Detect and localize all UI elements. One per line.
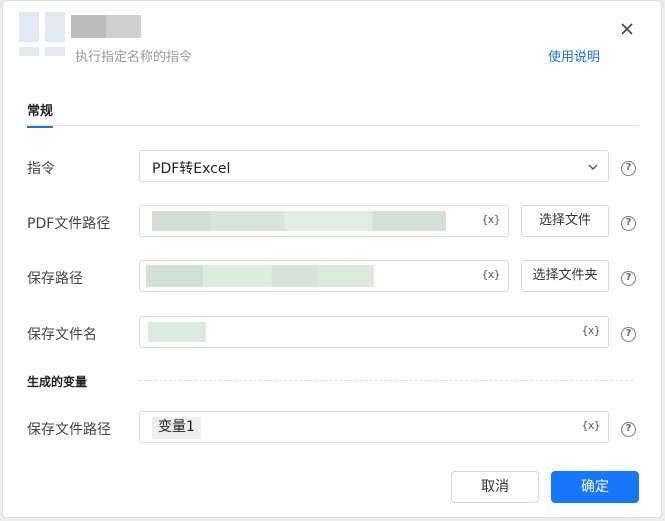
- tab-bar: 常规: [25, 93, 639, 128]
- save-path-label: 保存路径: [27, 271, 83, 287]
- command-label: 指令: [27, 161, 55, 177]
- variable-insert-icon[interactable]: {x}: [482, 268, 501, 281]
- command-select-value: PDF转Excel: [152, 161, 231, 177]
- generated-variables-heading: 生成的变量: [27, 375, 88, 389]
- output-path-label: 保存文件路径: [27, 422, 111, 438]
- command-select[interactable]: PDF转Excel: [139, 150, 609, 182]
- variable-chip[interactable]: 变量1: [152, 417, 201, 439]
- pdf-path-value-redacted: [152, 211, 446, 231]
- select-file-button[interactable]: 选择文件: [521, 205, 609, 237]
- help-icon[interactable]: ?: [621, 161, 636, 176]
- help-icon[interactable]: ?: [621, 327, 636, 342]
- variable-insert-icon[interactable]: {x}: [482, 213, 501, 226]
- confirm-button[interactable]: 确定: [551, 471, 639, 503]
- save-filename-label: 保存文件名: [27, 327, 97, 343]
- help-link[interactable]: 使用说明: [548, 46, 600, 65]
- variable-insert-icon[interactable]: {x}: [582, 324, 601, 337]
- dialog: 执行指定名称的指令 使用说明 常规 指令 PDF转Excel ? PDF文件路径…: [2, 0, 662, 518]
- dialog-title-redacted: [71, 15, 141, 38]
- output-variable-input[interactable]: 变量1 {x}: [139, 411, 609, 443]
- chevron-down-icon: [588, 164, 598, 170]
- help-icon[interactable]: ?: [621, 422, 636, 437]
- cancel-button[interactable]: 取消: [451, 471, 539, 503]
- save-path-value-redacted: [146, 265, 374, 287]
- pdf-path-label: PDF文件路径: [27, 216, 111, 232]
- variable-insert-icon[interactable]: {x}: [582, 419, 601, 432]
- save-filename-value-redacted: [148, 322, 206, 342]
- pdf-path-input[interactable]: {x}: [139, 205, 509, 237]
- help-icon[interactable]: ?: [621, 216, 636, 231]
- tab-general[interactable]: 常规: [27, 100, 54, 128]
- help-icon[interactable]: ?: [621, 271, 636, 286]
- section-divider: [139, 380, 633, 381]
- app-logo-icon: [19, 12, 65, 58]
- save-filename-input[interactable]: {x}: [139, 316, 609, 348]
- close-icon[interactable]: [617, 19, 637, 39]
- dialog-subtitle: 执行指定名称的指令: [75, 50, 193, 65]
- save-path-input[interactable]: {x}: [139, 260, 509, 292]
- select-folder-button[interactable]: 选择文件夹: [521, 260, 609, 292]
